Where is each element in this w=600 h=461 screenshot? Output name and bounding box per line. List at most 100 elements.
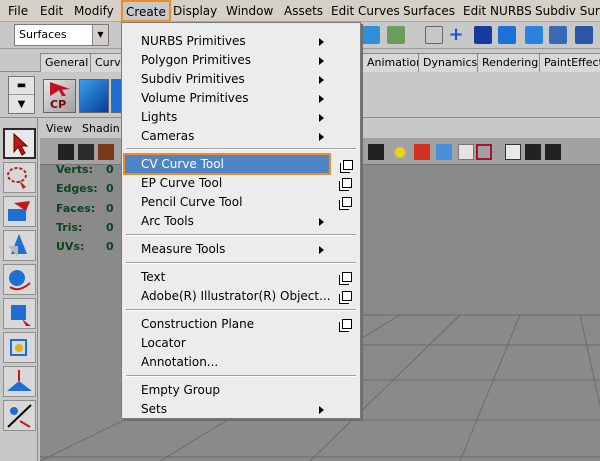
cp-curve-button[interactable]: CP <box>43 79 76 113</box>
menu-item-sets[interactable]: Sets <box>122 400 360 419</box>
film-gate-icon[interactable] <box>525 144 541 160</box>
menu-item-empty-group[interactable]: Empty Group <box>122 381 360 400</box>
submenu-arrow-icon <box>319 76 324 84</box>
snap-view-icon[interactable] <box>387 26 405 44</box>
menu-edit-curves[interactable]: Edit Curves <box>331 3 400 19</box>
plus-icon[interactable]: + <box>447 26 465 44</box>
menu-assets[interactable]: Assets <box>284 3 323 19</box>
rotate-tool[interactable] <box>3 264 36 295</box>
menu-item-illustrator-object[interactable]: Adobe(R) Illustrator(R) Object... <box>122 287 360 306</box>
rotate-icon <box>9 270 31 291</box>
menu-item-label: Empty Group <box>141 383 221 397</box>
render-icon[interactable] <box>549 26 567 44</box>
soft-mod-tool[interactable] <box>3 366 36 397</box>
menu-window[interactable]: Window <box>226 3 273 19</box>
menu-item-subdiv-primitives[interactable]: Subdiv Primitives <box>122 70 360 89</box>
menu-item-cameras[interactable]: Cameras <box>122 127 360 146</box>
option-box-icon[interactable] <box>342 197 352 207</box>
tab-rendering[interactable]: Rendering <box>477 53 544 72</box>
universal-manip-tool[interactable] <box>3 332 36 363</box>
chevron-down-icon[interactable]: ▼ <box>92 25 108 45</box>
menu-item-lights[interactable]: Lights <box>122 108 360 127</box>
wireframe-icon[interactable] <box>368 144 384 160</box>
menu-item-arc-tools[interactable]: Arc Tools <box>122 212 360 231</box>
option-box-icon[interactable] <box>342 178 352 188</box>
camera-icon[interactable] <box>58 144 74 160</box>
submenu-arrow-icon <box>319 133 324 141</box>
ipr-icon[interactable] <box>575 26 593 44</box>
shaded-icon[interactable] <box>414 144 430 160</box>
menu-item-label: EP Curve Tool <box>141 176 223 190</box>
shelf-menu[interactable]: ▬ ▼ <box>8 76 35 114</box>
menu-item-nurbs-primitives[interactable]: NURBS Primitives <box>122 32 360 51</box>
menu-item-volume-primitives[interactable]: Volume Primitives <box>122 89 360 108</box>
option-box-icon[interactable] <box>343 160 353 170</box>
shelf-menu-icon[interactable]: ▬ <box>9 77 34 95</box>
menu-item-locator[interactable]: Locator <box>122 334 360 353</box>
menuset-select[interactable]: Surfaces ▼ <box>14 24 109 46</box>
menu-edit-nurbs[interactable]: Edit NURBS <box>463 3 532 19</box>
curve-icon[interactable] <box>498 26 516 44</box>
menu-item-label: Lights <box>141 110 178 124</box>
camera-attrs-icon[interactable] <box>78 144 94 160</box>
tab-general[interactable]: General <box>40 53 94 72</box>
move-icon <box>8 234 27 257</box>
option-box-icon[interactable] <box>342 319 352 329</box>
ik-icon[interactable] <box>474 26 492 44</box>
hud-edges-value: 0 <box>106 182 114 195</box>
select-arrow-icon <box>13 132 29 156</box>
menu-file[interactable]: File <box>8 3 28 19</box>
chevron-down-icon[interactable]: ▼ <box>9 96 34 114</box>
menu-item-text[interactable]: Text <box>122 268 360 287</box>
menu-item-label: Annotation... <box>141 355 219 369</box>
nurbs-surface-icon[interactable] <box>79 79 109 113</box>
paint-select-tool[interactable] <box>3 196 36 227</box>
option-box-icon[interactable] <box>342 272 352 282</box>
menu-create[interactable]: Create <box>121 0 171 21</box>
grid-icon[interactable] <box>545 144 561 160</box>
hud-uvs-label: UVs: <box>56 240 85 253</box>
bookmark-icon[interactable] <box>98 144 114 160</box>
viewport-menu-shading[interactable]: Shadin <box>82 122 120 135</box>
menu-item-label: NURBS Primitives <box>141 34 246 48</box>
lasso-tool[interactable] <box>3 162 36 193</box>
submenu-arrow-icon <box>319 406 324 414</box>
resolution-gate-icon[interactable] <box>505 144 521 160</box>
viewport-menu-view[interactable]: View <box>46 122 72 135</box>
menu-item-label: CV Curve Tool <box>141 157 224 171</box>
isolate-select-icon[interactable] <box>476 144 492 160</box>
menu-surfaces[interactable]: Surfaces <box>403 3 455 19</box>
menu-subdiv-surfaces[interactable]: Subdiv Surfa <box>535 3 600 19</box>
menu-item-polygon-primitives[interactable]: Polygon Primitives <box>122 51 360 70</box>
menu-item-ep-curve-tool[interactable]: EP Curve Tool <box>122 174 360 193</box>
textured-icon[interactable] <box>436 144 452 160</box>
scale-tool[interactable] <box>3 298 36 329</box>
hud-verts-label: Verts: <box>56 163 94 176</box>
xray-icon[interactable] <box>458 144 474 160</box>
light-bulb-icon[interactable]: ● <box>392 144 408 160</box>
menu-item-annotation[interactable]: Annotation... <box>122 353 360 372</box>
snap-curve-icon[interactable] <box>362 26 380 44</box>
select-tool[interactable] <box>3 128 36 159</box>
universal-manip-icon <box>10 339 27 356</box>
menu-item-cv-curve-tool[interactable]: CV Curve Tool <box>123 153 331 175</box>
history-icon[interactable] <box>425 26 443 44</box>
tab-dynamics[interactable]: Dynamics <box>418 53 483 72</box>
menu-item-pencil-curve-tool[interactable]: Pencil Curve Tool <box>122 193 360 212</box>
menu-item-construction-plane[interactable]: Construction Plane <box>122 315 360 334</box>
show-manip-tool[interactable] <box>3 400 36 431</box>
submenu-arrow-icon <box>319 38 324 46</box>
menu-separator <box>126 148 356 150</box>
move-tool[interactable] <box>3 230 36 261</box>
menu-modify[interactable]: Modify <box>74 3 114 19</box>
menu-item-label: Measure Tools <box>141 242 226 256</box>
menu-display[interactable]: Display <box>173 3 217 19</box>
option-box-icon[interactable] <box>342 291 352 301</box>
menu-item-label: Pencil Curve Tool <box>141 195 243 209</box>
hud-faces-value: 0 <box>106 202 114 215</box>
menu-edit[interactable]: Edit <box>40 3 63 19</box>
surface-icon[interactable] <box>525 26 543 44</box>
tab-painteffects[interactable]: PaintEffects <box>539 53 600 72</box>
menu-separator <box>126 375 356 377</box>
menu-item-measure-tools[interactable]: Measure Tools <box>122 240 360 259</box>
